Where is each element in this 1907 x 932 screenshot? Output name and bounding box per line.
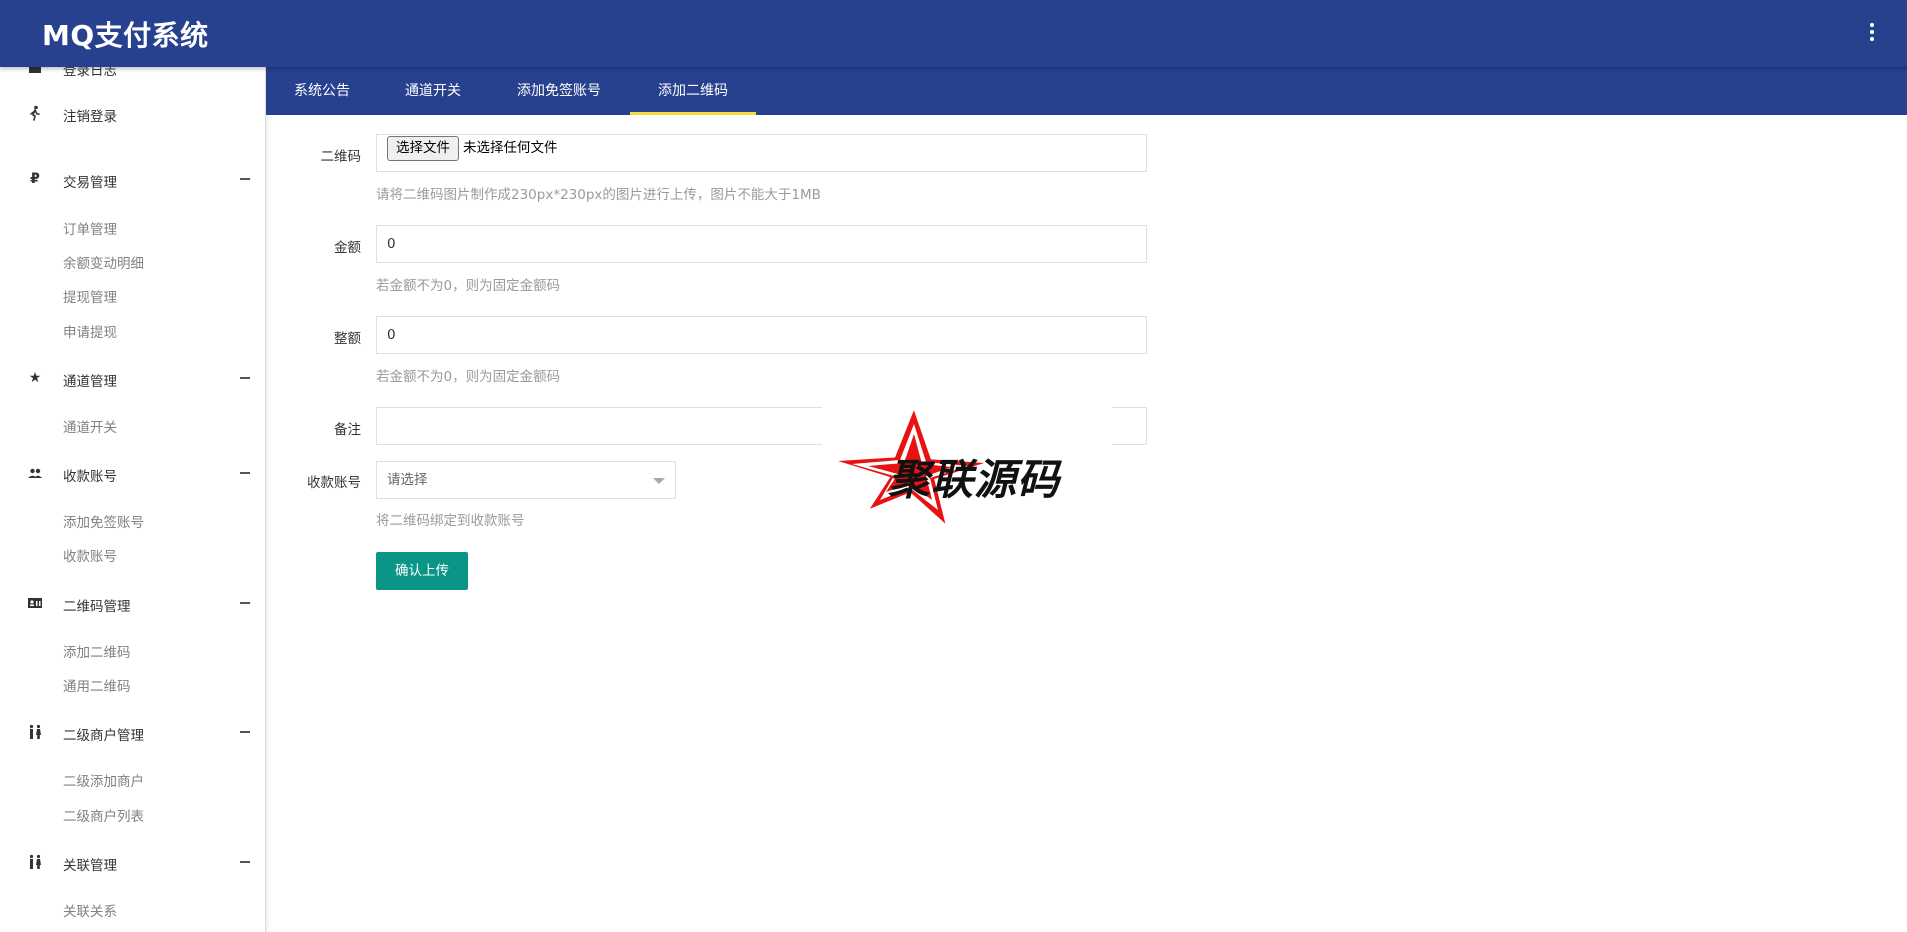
tab-add-qrcode[interactable]: 添加二维码 bbox=[630, 67, 756, 115]
sidebar-item-apply-withdraw[interactable]: 申请提现 bbox=[63, 321, 117, 341]
sidebar-item-common-qrcode[interactable]: 通用二维码 bbox=[63, 675, 131, 695]
sidebar-item-label: 登录日志 bbox=[63, 67, 117, 79]
whole-amount-help: 若金额不为0，则为固定金额码 bbox=[376, 369, 561, 385]
sidebar-group-channel[interactable]: ★ 通道管理 bbox=[0, 361, 265, 395]
watermark-text: 聚联源码 bbox=[888, 455, 1061, 504]
sidebar-group-relation[interactable]: 关联管理 bbox=[0, 845, 265, 879]
wc-icon bbox=[27, 854, 43, 870]
sidebar-group-label: 二级商户管理 bbox=[63, 728, 144, 744]
sidebar-group-sub-merchant[interactable]: 二级商户管理 bbox=[0, 715, 265, 749]
collapse-icon[interactable] bbox=[240, 602, 250, 604]
file-status: 未选择任何文件 bbox=[463, 140, 558, 156]
sidebar-item-withdraw-manage[interactable]: 提现管理 bbox=[63, 286, 117, 306]
sidebar-group-label: 收款账号 bbox=[63, 469, 117, 485]
account-label: 收款账号 bbox=[307, 475, 361, 491]
qrcode-label: 二维码 bbox=[320, 149, 362, 165]
sidebar-item-add-free-account[interactable]: 添加免签账号 bbox=[63, 511, 144, 531]
collapse-icon[interactable] bbox=[240, 861, 250, 863]
account-select-placeholder: 请选择 bbox=[387, 472, 428, 488]
account-help: 将二维码绑定到收款账号 bbox=[376, 513, 525, 529]
sidebar-group-label: 交易管理 bbox=[63, 175, 117, 191]
watermark-logo: 聚联源码 bbox=[822, 401, 1112, 533]
collapse-icon[interactable] bbox=[240, 178, 250, 180]
sidebar: 登录日志 注销登录 ₽ 交易管理 订单管理 余额变动明细 提现管理 申请提现 ★… bbox=[0, 67, 266, 932]
tab-channel-switch[interactable]: 通道开关 bbox=[378, 67, 488, 115]
whole-amount-input[interactable]: 0 bbox=[376, 316, 1147, 354]
wc-icon bbox=[27, 724, 43, 740]
amount-help: 若金额不为0，则为固定金额码 bbox=[376, 278, 561, 294]
id-card-icon bbox=[27, 595, 43, 611]
tab-add-free-account[interactable]: 添加免签账号 bbox=[488, 67, 630, 115]
collapse-icon[interactable] bbox=[240, 731, 250, 733]
remark-label: 备注 bbox=[334, 422, 361, 438]
sidebar-item-balance-detail[interactable]: 余额变动明细 bbox=[63, 252, 144, 272]
collapse-icon[interactable] bbox=[240, 472, 250, 474]
sidebar-item-login-log[interactable]: 登录日志 bbox=[0, 67, 265, 84]
currency-icon: ₽ bbox=[30, 171, 40, 187]
sidebar-item-logout[interactable]: 注销登录 bbox=[0, 96, 265, 130]
sidebar-group-trade[interactable]: ₽ 交易管理 bbox=[0, 162, 265, 196]
tab-announcement[interactable]: 系统公告 bbox=[266, 67, 378, 115]
collapse-icon[interactable] bbox=[240, 377, 250, 379]
app-title: MQ支付系统 bbox=[42, 19, 209, 52]
sidebar-item-accounts[interactable]: 收款账号 bbox=[63, 545, 117, 565]
sidebar-item-channel-switch[interactable]: 通道开关 bbox=[63, 416, 117, 436]
choose-file-button[interactable]: 选择文件 bbox=[387, 136, 459, 161]
tab-bar: 系统公告 通道开关 添加免签账号 添加二维码 bbox=[266, 67, 1907, 115]
log-icon bbox=[27, 67, 43, 75]
sidebar-item-orders[interactable]: 订单管理 bbox=[63, 218, 117, 238]
more-options-icon[interactable] bbox=[1865, 21, 1879, 45]
sidebar-group-label: 关联管理 bbox=[63, 858, 117, 874]
star-icon: ★ bbox=[28, 370, 42, 386]
sidebar-group-label: 二维码管理 bbox=[63, 599, 131, 615]
qrcode-help: 请将二维码图片制作成230px*230px的图片进行上传，图片不能大于1MB bbox=[376, 187, 821, 203]
sidebar-group-qrcode[interactable]: 二维码管理 bbox=[0, 586, 265, 620]
amount-label: 金额 bbox=[334, 240, 361, 256]
top-bar: MQ支付系统 bbox=[0, 0, 1907, 67]
sidebar-item-relation[interactable]: 关联关系 bbox=[63, 900, 117, 920]
sidebar-item-add-qrcode[interactable]: 添加二维码 bbox=[63, 641, 131, 661]
walk-icon bbox=[27, 105, 43, 121]
qrcode-file-input[interactable]: 选择文件 未选择任何文件 bbox=[376, 134, 1147, 172]
sidebar-item-add-sub-merchant[interactable]: 二级添加商户 bbox=[63, 770, 144, 790]
sidebar-group-accounts[interactable]: 收款账号 bbox=[0, 456, 265, 490]
whole-amount-label: 整额 bbox=[334, 331, 361, 347]
chevron-down-icon bbox=[653, 478, 665, 484]
amount-input[interactable]: 0 bbox=[376, 225, 1147, 263]
account-select[interactable]: 请选择 bbox=[376, 461, 676, 499]
confirm-upload-button[interactable]: 确认上传 bbox=[376, 552, 468, 590]
sidebar-item-label: 注销登录 bbox=[63, 109, 117, 125]
sidebar-group-label: 通道管理 bbox=[63, 374, 117, 390]
sidebar-item-sub-merchant-list[interactable]: 二级商户列表 bbox=[63, 805, 144, 825]
people-icon bbox=[27, 465, 43, 481]
